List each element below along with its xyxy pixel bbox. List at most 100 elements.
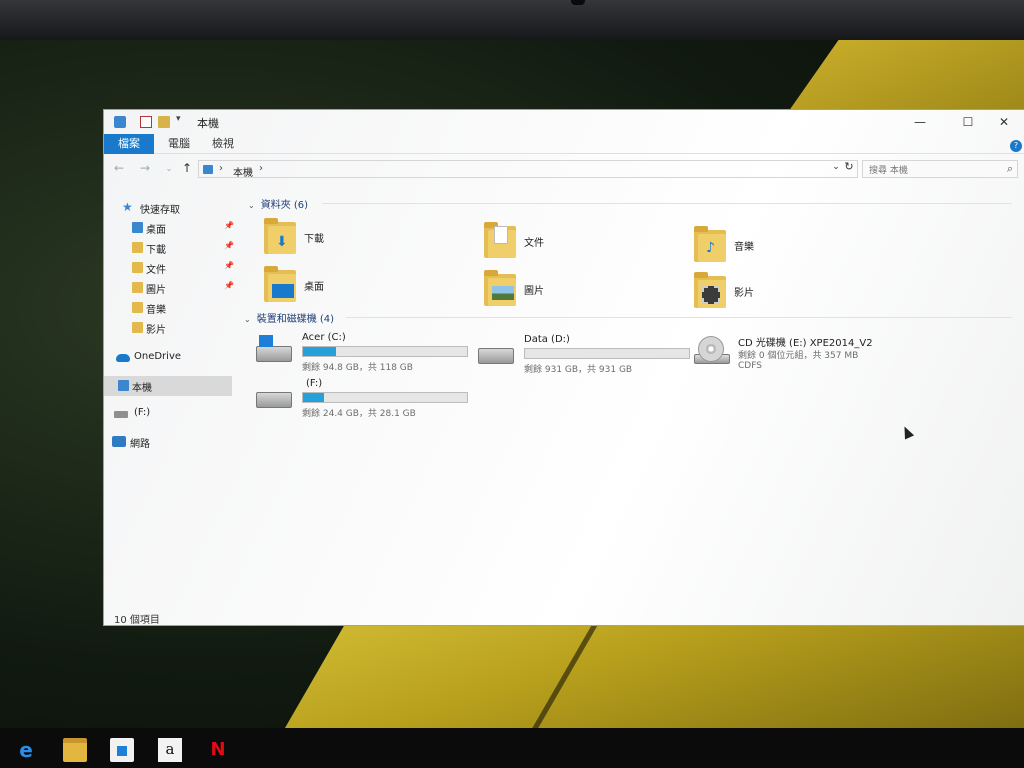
drive-space-info: 剩餘 0 個位元組，共 357 MB	[738, 351, 859, 361]
drive-usage-fill	[303, 347, 336, 356]
recent-locations-icon[interactable]: ⌄	[162, 164, 176, 180]
close-button[interactable]: ✕	[984, 112, 1024, 132]
sidebar-item-desktop[interactable]: 桌面 📌	[104, 218, 234, 238]
sidebar-item-videos[interactable]: 影片	[104, 318, 232, 338]
breadcrumb-chevron-icon[interactable]: ›	[259, 163, 263, 174]
windows-logo-icon	[259, 335, 273, 347]
group-heading-label: 資料夾 (6)	[260, 200, 309, 211]
chevron-down-icon: ⌄	[244, 315, 251, 324]
pin-icon[interactable]: 📌	[224, 241, 234, 250]
minimize-button[interactable]: —	[900, 112, 940, 132]
folder-tile-music[interactable]: ♪ 音樂	[694, 224, 894, 268]
properties-icon[interactable]	[140, 116, 152, 128]
taskbar: e a N	[0, 728, 1024, 768]
this-pc-icon	[203, 165, 213, 174]
forward-arrow-icon[interactable]: →	[138, 161, 152, 177]
drive-usage-bar	[302, 346, 468, 357]
network-icon	[112, 436, 126, 447]
system-drive-icon	[256, 335, 292, 362]
sidebar-item-drive-f[interactable]: (F:)	[104, 404, 232, 424]
folder-label: 音樂	[734, 242, 754, 253]
drive-name: CD 光碟機 (E:) XPE2014_V2	[738, 338, 873, 349]
item-count: 10 個項目	[114, 615, 160, 626]
music-folder-icon	[132, 302, 143, 313]
amazon-icon[interactable]: a	[158, 738, 182, 762]
folder-tab	[694, 226, 708, 232]
sidebar-item-music[interactable]: 音樂	[104, 298, 232, 318]
drive-space-info: 剩餘 94.8 GB，共 118 GB	[302, 363, 413, 373]
folder-tile-videos[interactable]: 影片	[694, 270, 894, 314]
search-input[interactable]: 搜尋 本機 ⌕	[862, 160, 1018, 178]
desktop-screen-icon	[272, 284, 294, 298]
edge-browser-icon[interactable]: e	[14, 738, 38, 762]
refresh-icon[interactable]: ↻	[842, 158, 856, 176]
sidebar-item-network[interactable]: 網路	[104, 432, 232, 452]
sidebar-item-label: 影片	[146, 325, 166, 336]
documents-folder-icon	[132, 262, 143, 273]
maximize-button[interactable]: ☐	[948, 112, 988, 132]
devices-group-header[interactable]: ⌄ 裝置和磁碟機 (4)	[244, 310, 334, 325]
drive-tile-c[interactable]: Acer (C:) 剩餘 94.8 GB，共 118 GB	[256, 332, 476, 374]
drive-icon	[114, 411, 128, 418]
sidebar-item-quick-access[interactable]: ★ 快速存取	[104, 198, 232, 218]
this-pc-icon[interactable]	[114, 116, 126, 128]
file-explorer-window: ▾ 本機 — ☐ ✕ 檔案 電腦 檢視 ? ← → ⌄ ↑ › 本機 › ⌄ ↻…	[104, 110, 1024, 626]
pin-icon[interactable]: 📌	[224, 281, 234, 290]
address-bar[interactable]: › 本機 ›	[198, 160, 858, 179]
folder-tile-downloads[interactable]: ⬇ 下載	[264, 216, 464, 260]
tab-file[interactable]: 檔案	[104, 134, 154, 154]
status-bar: 10 個項目	[104, 608, 1024, 626]
sidebar-item-pictures[interactable]: 圖片 📌	[104, 278, 234, 298]
content-pane: ⌄ 資料夾 (6) ⬇ 下載 文件 ♪ 音樂 桌面 圖片 影片 ⌄ 裝置和磁碟機…	[242, 194, 1022, 604]
sidebar-item-label: 下載	[146, 245, 166, 256]
sidebar-item-label: 本機	[132, 383, 152, 394]
pin-icon[interactable]: 📌	[224, 221, 234, 230]
videos-folder-icon	[132, 322, 143, 333]
folders-group-header[interactable]: ⌄ 資料夾 (6)	[248, 196, 308, 211]
drive-usage-bar	[302, 392, 468, 403]
tab-computer[interactable]: 電腦	[154, 134, 204, 154]
sidebar-item-label: OneDrive	[134, 351, 182, 362]
ribbon-tabs: 檔案 電腦 檢視 ?	[104, 134, 1024, 154]
tab-view[interactable]: 檢視	[198, 134, 248, 154]
drive-usage-bar	[524, 348, 690, 359]
sidebar-item-documents[interactable]: 文件 📌	[104, 258, 234, 278]
folder-label: 影片	[734, 288, 754, 299]
music-folder-icon: ♪	[694, 226, 726, 264]
film-strip-icon	[702, 286, 720, 304]
drive-tile-f[interactable]: (F:) 剩餘 24.4 GB，共 28.1 GB	[256, 378, 476, 420]
group-divider	[346, 317, 1012, 318]
folder-tab	[694, 272, 708, 278]
address-dropdown-icon[interactable]: ⌄	[830, 158, 842, 176]
folder-tab	[264, 218, 278, 224]
drive-name: (F:)	[306, 378, 323, 389]
folder-label: 下載	[304, 234, 324, 245]
folder-label: 圖片	[524, 286, 544, 297]
breadcrumb-this-pc[interactable]: 本機	[233, 164, 253, 179]
new-folder-icon[interactable]	[158, 116, 170, 128]
folder-tile-documents[interactable]: 文件	[484, 220, 684, 264]
drive-name: Data (D:)	[524, 334, 570, 345]
music-note-icon: ♪	[706, 240, 715, 256]
help-icon[interactable]: ?	[1010, 140, 1022, 152]
back-arrow-icon[interactable]: ←	[112, 161, 126, 177]
file-explorer-icon[interactable]	[63, 738, 87, 762]
drive-icon	[478, 348, 514, 364]
sidebar-item-downloads[interactable]: 下載 📌	[104, 238, 234, 258]
breadcrumb-chevron-icon[interactable]: ›	[219, 163, 223, 174]
netflix-icon[interactable]: N	[206, 738, 230, 762]
screen-bezel	[0, 0, 1024, 40]
pin-icon[interactable]: 📌	[224, 261, 234, 270]
folder-tile-pictures[interactable]: 圖片	[484, 268, 684, 312]
sidebar-item-onedrive[interactable]: OneDrive	[104, 348, 232, 368]
document-page-icon	[494, 226, 508, 244]
drive-tile-d[interactable]: Data (D:) 剩餘 24.4 GB，共 28.1 GB 剩餘 931 GB…	[478, 334, 698, 376]
folder-tile-desktop[interactable]: 桌面	[264, 264, 464, 308]
customize-quick-access-icon[interactable]: ▾	[176, 114, 188, 126]
sidebar-item-this-pc[interactable]: 本機	[104, 376, 232, 396]
drive-tile-e-optical[interactable]: CD 光碟機 (E:) XPE2014_V2 剩餘 0 個位元組，共 357 M…	[694, 334, 924, 376]
up-arrow-icon[interactable]: ↑	[180, 161, 194, 177]
desktop-folder-icon	[264, 266, 296, 304]
sidebar-item-label: 音樂	[146, 305, 166, 316]
store-icon[interactable]	[110, 738, 134, 762]
